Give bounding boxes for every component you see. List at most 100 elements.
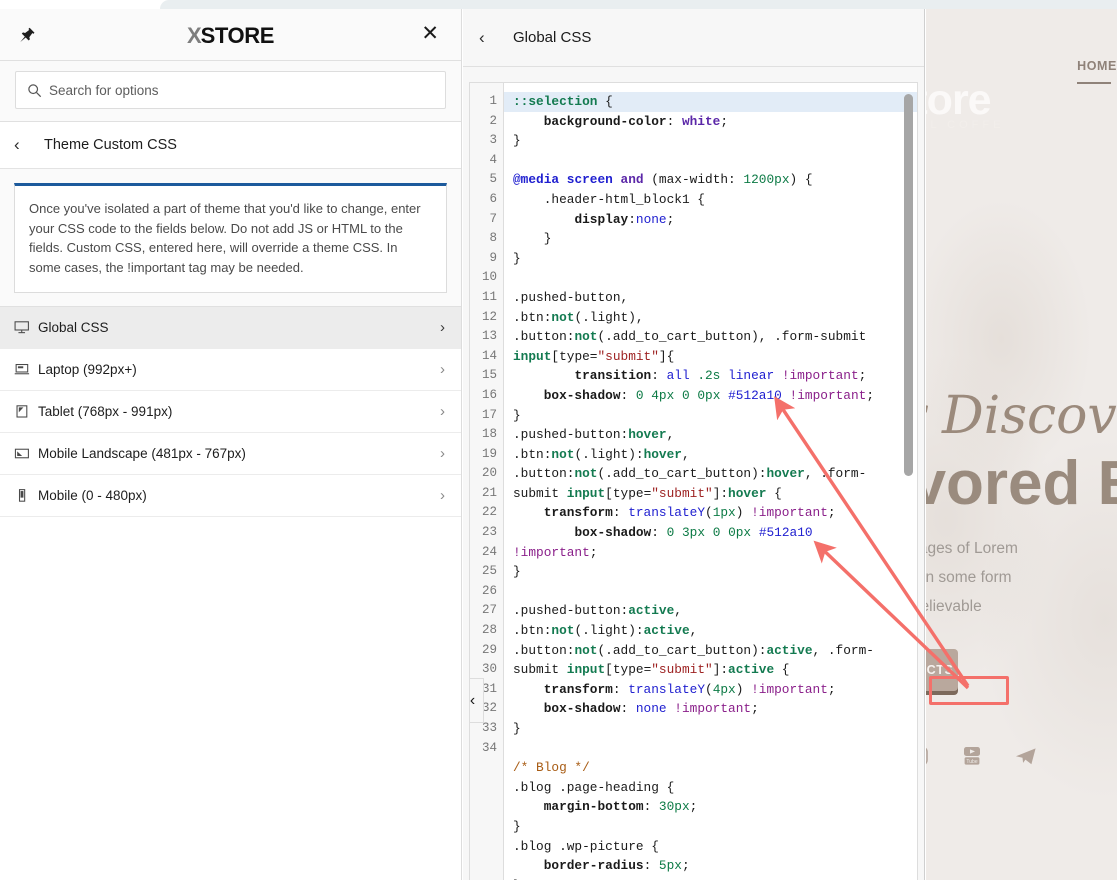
line-number: 15 (481, 368, 497, 383)
line-number: 27 (481, 603, 497, 618)
code-line: box-shadow: none !important; (543, 701, 759, 717)
line-number: 14 (481, 348, 497, 363)
all-products-button[interactable]: ALL PRODUCTS (926, 649, 958, 691)
line-number: 28 (481, 623, 497, 638)
collapse-panel-button[interactable]: ‹ (470, 678, 484, 723)
youtube-icon[interactable]: Tube (960, 744, 984, 768)
code-line: .pushed-button:active, (513, 603, 682, 619)
css-scope-list: Global CSS › Laptop (992px+) › Tablet (7… (0, 307, 461, 517)
code-line: box-shadow: 0 4px 0 0px #512a10 !importa… (543, 387, 875, 403)
logo-word: STORE (200, 23, 275, 48)
hero-paragraph-line: have suffered alteration in some form (926, 569, 1012, 586)
svg-text:Tube: Tube (966, 759, 977, 765)
customizer-topbar: XSTORE ✕ (0, 9, 461, 61)
preview-tagline: NATURAL COFFE (926, 119, 1005, 131)
code-line: border-radius: 5px; (543, 858, 690, 874)
desktop-icon (14, 320, 38, 336)
code-line: } (513, 231, 552, 247)
search-box[interactable] (15, 71, 446, 109)
mobile-landscape-icon (14, 446, 38, 462)
sidebar-item-label: Tablet (768px - 991px) (38, 404, 173, 419)
decorative-leaf-left (926, 259, 1086, 779)
social-links: Tube (926, 744, 1038, 768)
hero-paragraph-line: many variations of passages of Lorem (926, 540, 1018, 557)
browser-tabstrip (160, 0, 1117, 9)
line-number: 9 (489, 250, 497, 265)
line-number: 4 (489, 152, 497, 167)
css-editor-panel: ‹ Global CSS 1 2 3 4 5 6 7 8 9 10 11 12 (463, 9, 925, 880)
code-line: } (513, 876, 903, 880)
line-number: 13 (481, 329, 497, 344)
editor-vertical-scrollbar[interactable] (904, 94, 913, 476)
xstore-logo: XSTORE (0, 25, 461, 47)
code-text-area[interactable]: ::selection { background-color: white; }… (504, 83, 917, 880)
sidebar-item-mobile-landscape[interactable]: Mobile Landscape (481px - 767px) › (0, 433, 461, 475)
site-preview[interactable]: XStore NATURAL COFFE HOME Your Discover … (926, 9, 1117, 880)
telegram-icon[interactable] (1014, 744, 1038, 768)
laptop-icon (14, 362, 38, 378)
code-line: box-shadow: 0 3px 0 0px #512a10 !importa… (513, 525, 813, 560)
line-number: 5 (489, 172, 497, 187)
line-number: 12 (481, 309, 497, 324)
preview-nav-home[interactable]: HOME (1077, 59, 1117, 84)
line-number: 19 (481, 446, 497, 461)
preview-topbar (926, 9, 1117, 40)
line-number: 20 (481, 466, 497, 481)
editor-back-chevron-icon[interactable]: ‹ (479, 28, 507, 47)
code-line: margin-bottom: 30px; (543, 799, 698, 815)
code-line: .button:not(.add_to_cart_button):active,… (513, 642, 874, 678)
line-number: 6 (489, 191, 497, 206)
sidebar-item-label: Laptop (992px+) (38, 362, 137, 377)
line-number: 18 (481, 427, 497, 442)
line-number-gutter: 1 2 3 4 5 6 7 8 9 10 11 12 13 14 15 16 1… (470, 83, 504, 880)
instagram-icon[interactable] (926, 744, 930, 768)
sidebar-item-laptop[interactable]: Laptop (992px+) › (0, 349, 461, 391)
editor-title: Global CSS (513, 29, 592, 46)
search-area (0, 61, 461, 122)
code-editor[interactable]: 1 2 3 4 5 6 7 8 9 10 11 12 13 14 15 16 1… (469, 82, 918, 880)
line-number: 23 (481, 525, 497, 540)
sidebar-item-global-css[interactable]: Global CSS › (0, 307, 461, 349)
code-line: .blog .page-heading { (513, 779, 675, 795)
code-line: } (513, 564, 521, 580)
line-number: 3 (489, 133, 497, 148)
line-number: 29 (481, 642, 497, 657)
sidebar-item-label: Mobile Landscape (481px - 767px) (38, 446, 246, 461)
code-line: .button:not(.add_to_cart_button), .form-… (513, 329, 874, 364)
chevron-right-icon: › (440, 319, 445, 336)
line-number: 1 (489, 94, 497, 108)
line-number: 30 (481, 662, 497, 677)
editor-header: ‹ Global CSS (463, 9, 924, 67)
code-line: .button:not(.add_to_cart_button):hover, … (513, 466, 867, 501)
back-chevron-icon[interactable]: ‹ (14, 136, 40, 154)
line-number: 25 (481, 564, 497, 579)
code-line: transform: translateY(1px) !important; (543, 505, 836, 521)
line-number: 26 (481, 583, 497, 598)
search-input[interactable] (16, 81, 445, 99)
sidebar-item-label: Mobile (0 - 480px) (38, 488, 147, 503)
code-line: transition: all .2s linear !important; (574, 368, 867, 384)
hero-paragraph: many variations of passages of Lorem hav… (926, 534, 1116, 621)
page-title: Theme Custom CSS (44, 137, 177, 153)
line-number: 11 (481, 289, 497, 304)
logo-x-mark: X (186, 23, 202, 48)
code-line: display:none; (574, 211, 675, 227)
code-line: @media screen and (max-width: 1200px) { (513, 172, 813, 188)
theme-customizer-panel: XSTORE ✕ ‹ Theme Custom CSS Once you've … (0, 9, 462, 880)
code-line: .btn:not(.light):active, (513, 623, 698, 639)
code-line: .blog .wp-picture { (513, 838, 659, 854)
tablet-icon (14, 404, 38, 420)
sidebar-item-tablet[interactable]: Tablet (768px - 991px) › (0, 391, 461, 433)
code-line: ::selection { (504, 92, 917, 112)
chevron-right-icon: › (440, 403, 445, 420)
description-area: Once you've isolated a part of theme tha… (0, 169, 461, 307)
code-line: background-color: white; (543, 113, 729, 129)
line-number: 7 (489, 211, 497, 226)
description-text: Once you've isolated a part of theme tha… (14, 183, 447, 293)
close-icon[interactable]: ✕ (421, 23, 439, 44)
chevron-right-icon: › (440, 487, 445, 504)
sidebar-item-mobile[interactable]: Mobile (0 - 480px) › (0, 475, 461, 517)
code-line: .header-html_block1 { (513, 191, 705, 207)
